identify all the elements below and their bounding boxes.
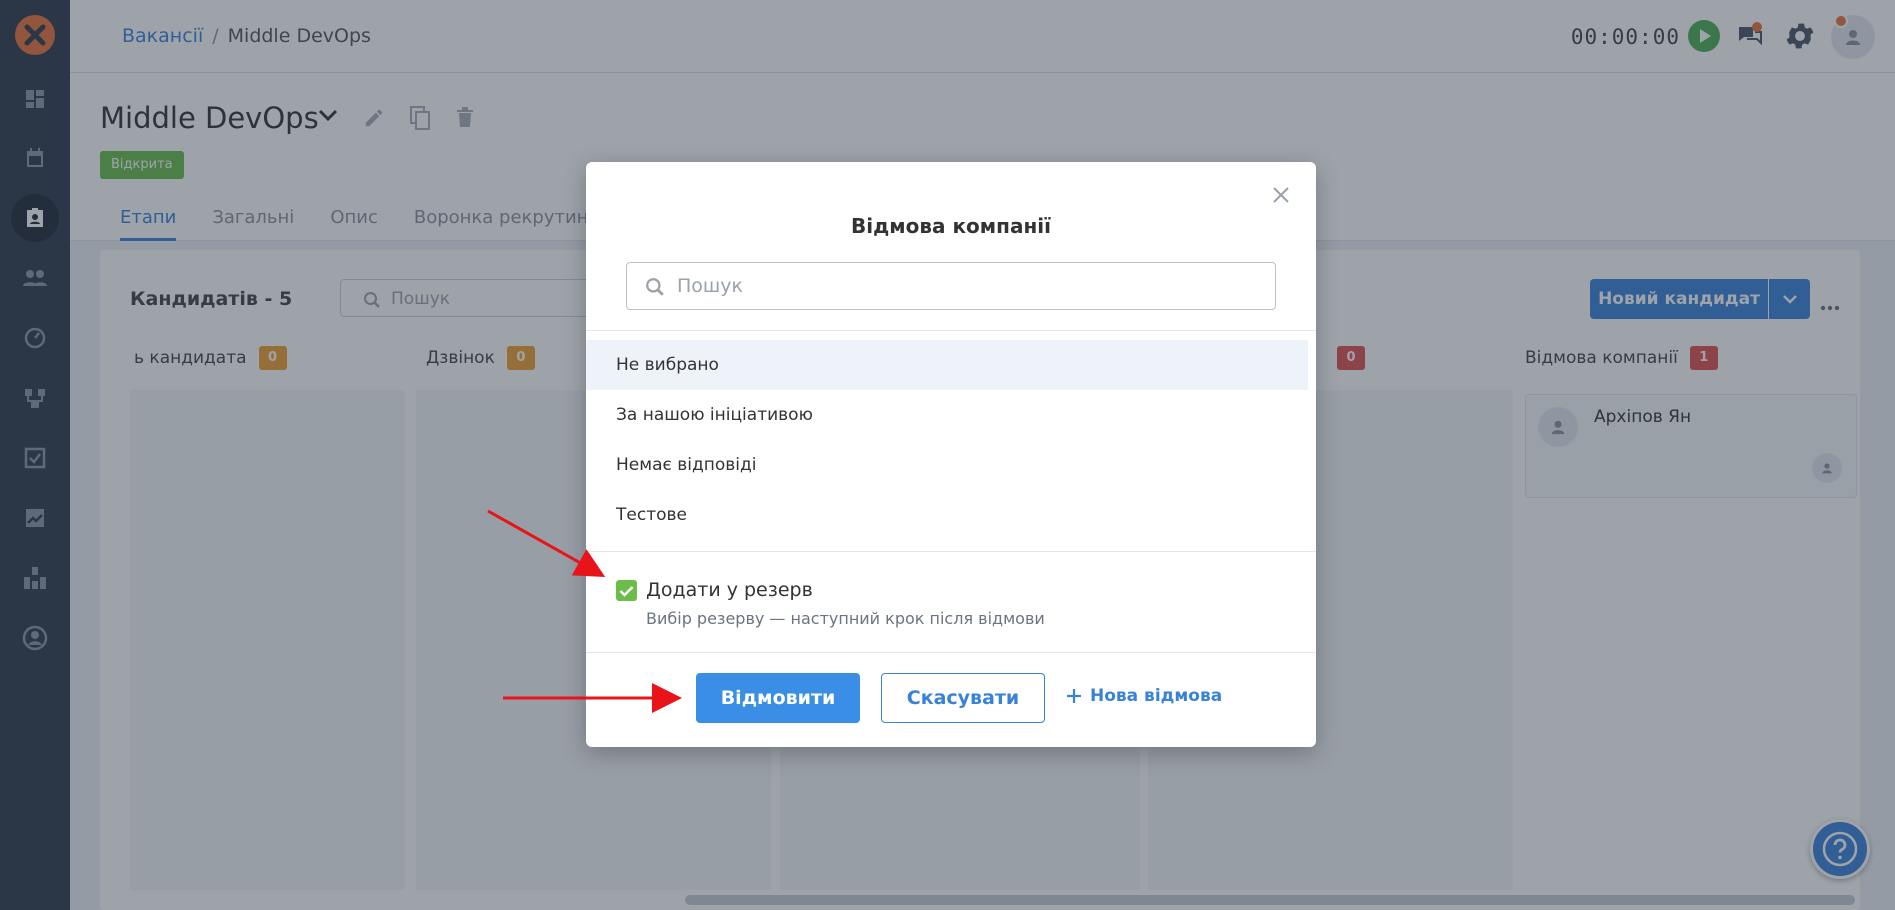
plus-icon xyxy=(1067,689,1081,703)
rejection-modal: Відмова компанії Не вибрано За нашою іні… xyxy=(586,162,1316,747)
option-not-selected[interactable]: Не вибрано xyxy=(586,340,1308,390)
modal-search-input[interactable] xyxy=(677,263,1267,309)
close-icon[interactable] xyxy=(1272,186,1290,208)
add-to-reserve-label[interactable]: Додати у резерв xyxy=(646,579,813,601)
search-icon xyxy=(646,278,664,296)
modal-search xyxy=(626,262,1276,310)
reserve-hint: Вибір резерву — наступний крок після від… xyxy=(646,609,1045,628)
divider xyxy=(586,551,1316,552)
option-our-initiative[interactable]: За нашою ініціативою xyxy=(586,390,1308,440)
cancel-button[interactable]: Скасувати xyxy=(881,673,1045,723)
new-reason-button[interactable]: Нова відмова xyxy=(1066,686,1222,706)
divider xyxy=(586,652,1316,653)
new-reason-label: Нова відмова xyxy=(1090,686,1223,706)
divider xyxy=(586,330,1316,331)
reject-button[interactable]: Відмовити xyxy=(696,673,860,723)
option-no-response[interactable]: Немає відповіді xyxy=(586,440,1308,490)
add-to-reserve-checkbox[interactable] xyxy=(616,580,637,601)
modal-title: Відмова компанії xyxy=(851,214,1051,238)
check-icon xyxy=(619,585,634,597)
option-test-task[interactable]: Тестове xyxy=(586,490,1308,540)
